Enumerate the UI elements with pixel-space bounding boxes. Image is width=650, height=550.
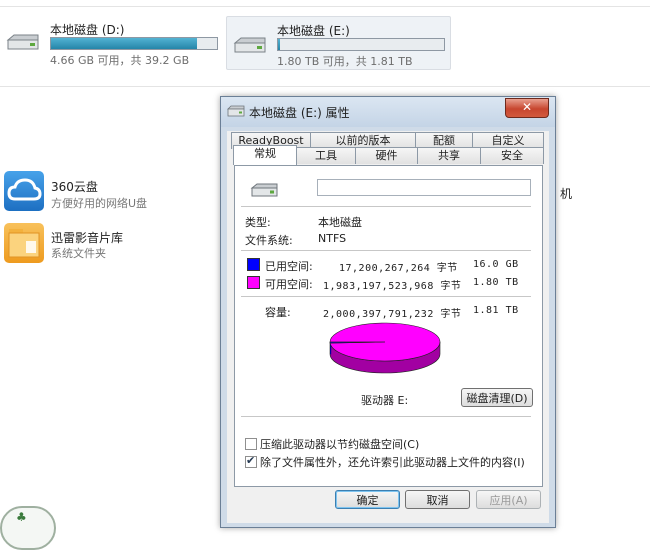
divider [241, 206, 531, 207]
drive-e-name: 本地磁盘 (E:) [277, 24, 350, 38]
ok-button[interactable]: 确定 [335, 490, 400, 509]
checkmark-icon: ✔ [246, 454, 256, 467]
drive-e-usage-fill [278, 39, 280, 50]
type-label: 类型: [245, 216, 271, 229]
used-space-swatch [247, 258, 260, 271]
divider [241, 296, 531, 297]
dialog-titlebar[interactable]: 本地磁盘 (E:) 属性 ✕ [221, 97, 555, 127]
drive-d-usage-fill [51, 38, 198, 49]
app-subtitle: 方便好用的网络U盘 [51, 197, 148, 210]
dialog-title: 本地磁盘 (E:) 属性 [249, 106, 350, 120]
free-space-bytes: 1,983,197,523,968 字节 [323, 281, 462, 292]
tab-tools[interactable]: 工具 [296, 147, 356, 164]
dialog-client: ReadyBoost 以前的版本 配额 自定义 常规 工具 硬件 共享 安全 类… [227, 131, 549, 523]
section-divider [0, 86, 650, 87]
hard-drive-icon [6, 34, 39, 50]
top-divider [0, 6, 650, 7]
cancel-button[interactable]: 取消 [405, 490, 470, 509]
index-checkbox[interactable]: ✔ [245, 454, 257, 468]
drive-label-input[interactable] [317, 179, 531, 196]
drive-e-free-text: 1.80 TB 可用，共 1.81 TB [277, 55, 413, 68]
folder-icon [4, 223, 44, 263]
general-tab-panel: 类型: 本地磁盘 文件系统: NTFS 已用空间: 17,200,267,264… [234, 165, 543, 487]
drive-d-usage-bar [50, 37, 218, 50]
used-space-bytes: 17,200,267,264 字节 [339, 263, 458, 274]
properties-dialog: 本地磁盘 (E:) 属性 ✕ ReadyBoost 以前的版本 配额 自定义 常… [220, 96, 556, 528]
capacity-bytes: 2,000,397,791,232 字节 [323, 309, 462, 320]
disk-usage-pie [329, 322, 441, 374]
tab-security[interactable]: 安全 [480, 147, 544, 164]
index-label: 除了文件属性外，还允许索引此驱动器上文件的内容(I) [260, 456, 525, 469]
tab-sharing[interactable]: 共享 [417, 147, 481, 164]
drive-d-tile[interactable]: 本地磁盘 (D:) 4.66 GB 可用，共 39.2 GB [0, 14, 224, 67]
compress-label: 压缩此驱动器以节约磁盘空间(C) [260, 438, 420, 451]
app-title: 迅雷影音片库 [51, 231, 124, 245]
hard-drive-icon [250, 183, 278, 197]
hard-drive-icon [233, 37, 266, 53]
drive-e-usage-bar [277, 38, 445, 51]
close-button[interactable]: ✕ [505, 98, 549, 118]
hard-drive-icon [227, 105, 245, 117]
drive-e-tile[interactable]: 本地磁盘 (E:) 1.80 TB 可用，共 1.81 TB [226, 16, 451, 70]
app-subtitle: 系统文件夹 [51, 247, 106, 260]
capacity-size: 1.81 TB [473, 305, 519, 316]
apply-button[interactable]: 应用(A) [476, 490, 541, 509]
drive-letter-label: 驱动器 E: [361, 394, 409, 407]
compress-checkbox[interactable] [245, 438, 257, 450]
free-space-swatch [247, 276, 260, 289]
divider [241, 250, 531, 251]
divider [241, 416, 531, 417]
filesystem-label: 文件系统: [245, 234, 293, 247]
free-space-size: 1.80 TB [473, 277, 519, 288]
used-space-label: 已用空间: [265, 260, 313, 273]
type-value: 本地磁盘 [318, 216, 362, 229]
close-icon: ✕ [521, 100, 533, 114]
disk-cleanup-button[interactable]: 磁盘清理(D) [461, 388, 533, 407]
free-space-label: 可用空间: [265, 278, 313, 291]
used-space-size: 16.0 GB [473, 259, 519, 270]
drive-d-free-text: 4.66 GB 可用，共 39.2 GB [50, 54, 190, 67]
filesystem-value: NTFS [318, 232, 347, 245]
app-title: 360云盘 [51, 180, 98, 194]
cloud-icon [4, 171, 44, 211]
drive-d-name: 本地磁盘 (D:) [50, 23, 125, 37]
tab-hardware[interactable]: 硬件 [355, 147, 418, 164]
tab-general[interactable]: 常规 [233, 145, 297, 165]
capacity-label: 容量: [265, 306, 291, 319]
partial-app-icon: ♣ [0, 506, 56, 550]
partial-item-label: 机 [560, 187, 573, 201]
